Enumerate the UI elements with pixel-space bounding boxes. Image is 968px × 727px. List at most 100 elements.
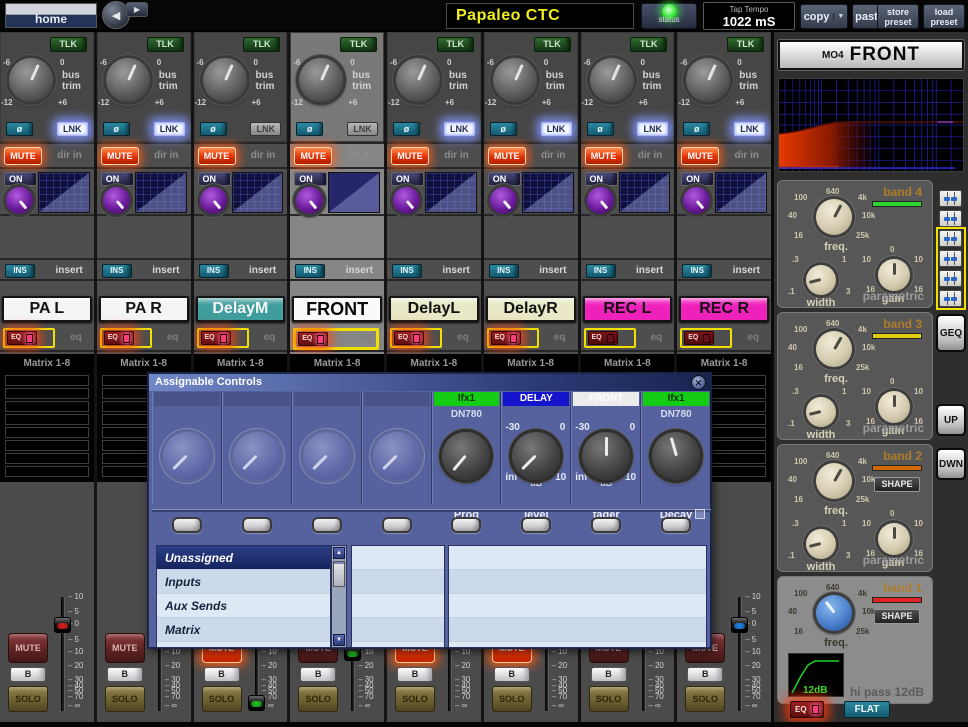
chevron-down-icon[interactable]: ▼ [833,13,844,20]
fader-cap[interactable] [731,617,748,633]
channel-name[interactable]: REC L [583,296,673,322]
talkback-button[interactable]: TLK [727,37,764,52]
phase-button[interactable]: ø [393,122,420,136]
fader-track[interactable] [738,597,741,711]
flat-button[interactable]: FLAT [844,701,890,718]
up-button[interactable]: UP [936,404,966,436]
b-button[interactable]: B [10,667,46,682]
matrix-slot[interactable] [5,427,89,438]
list-item[interactable]: Inputs [157,570,330,594]
talkback-button[interactable]: TLK [630,37,667,52]
mute-button[interactable]: MUTE [4,147,42,165]
dynamics-display[interactable] [232,172,284,213]
talkback-button[interactable]: TLK [243,37,280,52]
channel-name[interactable]: REC R [679,296,769,322]
eq-button[interactable]: EQ [684,331,714,345]
insert-button[interactable]: INS [295,264,325,278]
phase-button[interactable]: ø [6,122,33,136]
talkback-button[interactable]: TLK [437,37,474,52]
b-button[interactable]: B [687,667,723,682]
list-item[interactable]: Matrix [157,618,330,642]
b-button[interactable]: B [397,667,433,682]
eq-button[interactable]: EQ [298,332,328,346]
solo-button[interactable]: SOLO [589,686,629,712]
bus-trim-knob[interactable] [106,58,150,102]
solo-button[interactable]: SOLO [202,686,242,712]
assign-button[interactable] [312,517,342,533]
assign-knob[interactable] [442,432,490,480]
tap-tempo-display[interactable]: Tap Tempo 1022 mS [703,2,795,30]
assign-knob[interactable] [233,432,281,480]
insert-button[interactable]: INS [682,264,712,278]
link-button[interactable]: LNK [57,122,88,136]
assign-knob[interactable] [303,432,351,480]
link-button[interactable]: LNK [154,122,185,136]
store-preset-button[interactable]: storepreset [877,4,919,29]
insert-button[interactable]: INS [5,264,35,278]
solo-button[interactable]: SOLO [105,686,145,712]
b-button[interactable]: B [494,667,530,682]
dynamics-knob[interactable] [200,187,227,214]
matrix-slot[interactable] [5,440,89,451]
phase-button[interactable]: ø [683,122,710,136]
dynamics-display[interactable] [619,172,671,213]
assign-knob[interactable] [582,432,630,480]
insert-button[interactable]: INS [586,264,616,278]
bus-trim-knob[interactable] [590,58,634,102]
eq-button[interactable]: EQ [394,331,424,345]
link-button[interactable]: LNK [250,122,281,136]
solo-button[interactable]: SOLO [395,686,435,712]
phase-button[interactable]: ø [200,122,227,136]
assign-button[interactable] [521,517,551,533]
width-knob[interactable] [806,529,836,559]
phase-button[interactable]: ø [296,122,323,136]
channel-name[interactable]: PA L [2,296,92,322]
scroll-thumb[interactable] [333,561,345,587]
matrix-slot[interactable] [5,401,89,412]
bus-trim-knob[interactable] [203,58,247,102]
phase-button[interactable]: ø [490,122,517,136]
assign-knob[interactable] [652,432,700,480]
dynamics-knob[interactable] [296,187,323,214]
talkback-button[interactable]: TLK [340,37,377,52]
assign-knob[interactable] [512,432,560,480]
solo-button[interactable]: SOLO [685,686,725,712]
solo-button[interactable]: SOLO [298,686,338,712]
matrix-slot[interactable] [5,388,89,399]
bus-trim-knob[interactable] [396,58,440,102]
link-button[interactable]: LNK [541,122,572,136]
matrix-slot[interactable] [5,453,89,464]
gain-knob[interactable] [878,523,910,555]
solo-button[interactable]: SOLO [492,686,532,712]
fader-mute-button[interactable]: MUTE [8,633,48,663]
mute-button[interactable]: MUTE [101,147,139,165]
assign-button[interactable] [451,517,481,533]
bus-trim-knob[interactable] [299,58,343,102]
link-button[interactable]: LNK [444,122,475,136]
insert-button[interactable]: INS [392,264,422,278]
b-button[interactable]: B [300,667,336,682]
list-scrollbar[interactable]: ▲ ▼ [331,545,347,648]
bus-trim-knob[interactable] [686,58,730,102]
talkback-button[interactable]: TLK [534,37,571,52]
insert-button[interactable]: INS [489,264,519,278]
mute-button[interactable]: MUTE [488,147,526,165]
phase-button[interactable]: ø [587,122,614,136]
list-item[interactable]: Aux Rtns [157,642,330,648]
matrix-slot[interactable] [5,466,89,477]
fader-cap[interactable] [54,617,71,633]
status-button[interactable]: status [641,3,697,29]
freq-knob[interactable] [816,463,852,499]
dynamics-display[interactable] [522,172,574,213]
dynamics-knob[interactable] [103,187,130,214]
load-preset-button[interactable]: loadpreset [923,4,965,29]
eq-on-button[interactable]: EQ [790,701,824,718]
dynamics-display[interactable] [715,172,767,213]
eq-button[interactable]: EQ [491,331,521,345]
mute-button[interactable]: MUTE [198,147,236,165]
fader-track[interactable] [61,597,64,711]
width-knob[interactable] [806,397,836,427]
geq-button[interactable]: GEQ [936,314,966,352]
home-button[interactable]: home [5,3,97,28]
dynamics-knob[interactable] [490,187,517,214]
